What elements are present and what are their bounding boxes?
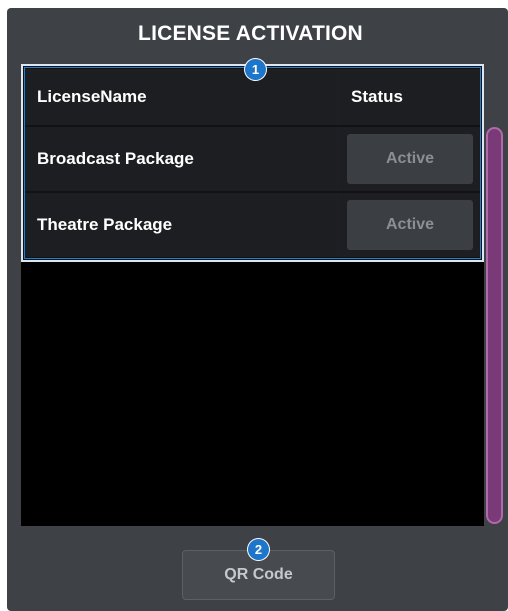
- column-header-license-name: LicenseName: [25, 69, 337, 125]
- column-header-status: Status: [339, 69, 480, 125]
- license-name-cell: Theatre Package: [25, 193, 337, 257]
- dialog-title: LICENSE ACTIVATION: [138, 22, 363, 45]
- license-name-cell: Broadcast Package: [25, 127, 337, 191]
- callout-2-badge: 2: [248, 539, 269, 560]
- table-row[interactable]: Theatre Package Active: [25, 193, 480, 257]
- status-active-button[interactable]: Active: [347, 200, 473, 250]
- callout-1-badge: 1: [245, 59, 266, 80]
- scrollbar[interactable]: [486, 127, 503, 524]
- license-table: LicenseName Status Broadcast Package Act…: [21, 64, 484, 262]
- table-row[interactable]: Broadcast Package Active: [25, 127, 480, 191]
- status-active-button[interactable]: Active: [347, 134, 473, 184]
